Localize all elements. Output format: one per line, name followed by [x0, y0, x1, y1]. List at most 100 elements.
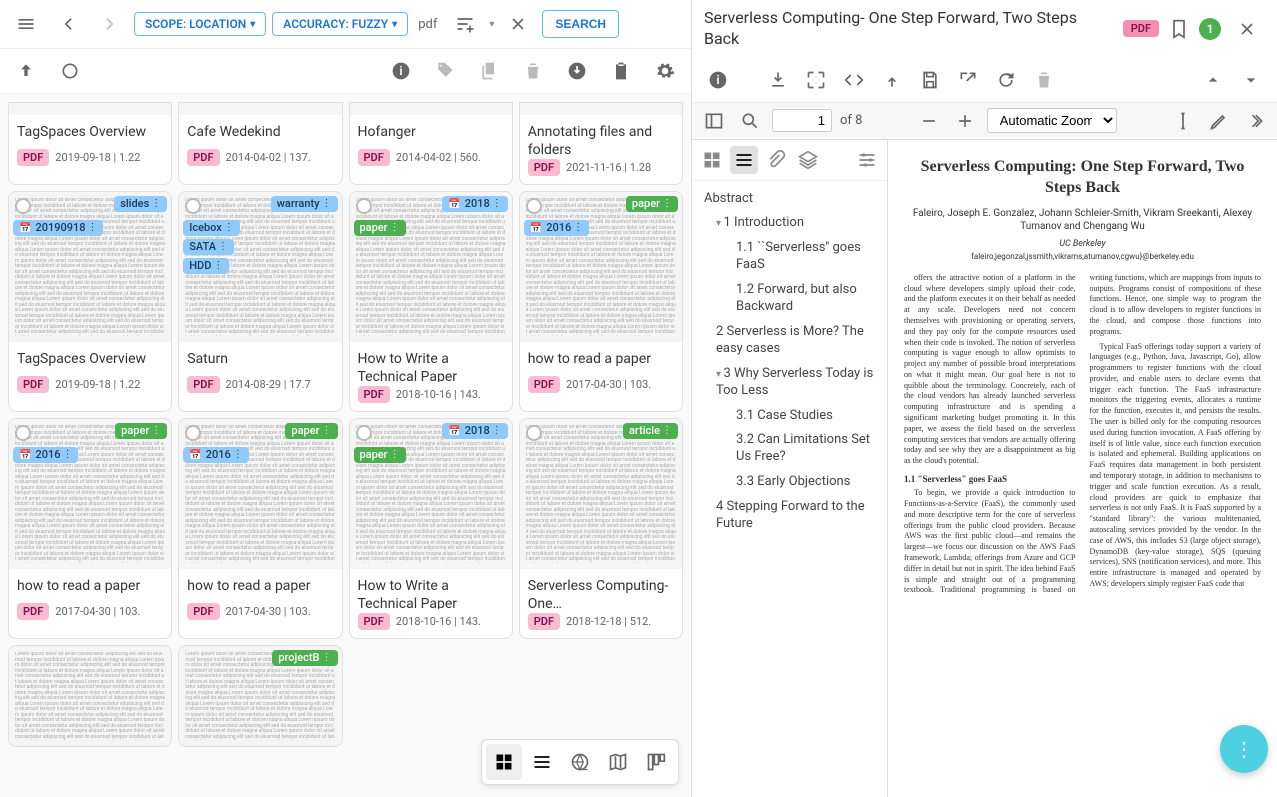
card-tag[interactable]: paper⋮ — [285, 423, 337, 439]
outline-node[interactable]: 4 Stepping Forward to the Future — [696, 495, 883, 537]
result-card[interactable]: article⋮ Lorem ipsum dolor sit amet cons… — [519, 418, 683, 639]
open-external-icon[interactable] — [950, 62, 986, 98]
card-tag[interactable]: SATA⋮ — [183, 239, 234, 255]
outline-node[interactable]: 3 Why Serverless Today is Too Less — [696, 362, 883, 404]
outline-settings-icon[interactable] — [853, 146, 881, 174]
outline-node[interactable]: 3.1 Case Studies — [696, 404, 883, 429]
forward-icon[interactable] — [92, 6, 128, 42]
delete-preview-icon[interactable] — [1026, 62, 1062, 98]
text-cursor-icon[interactable] — [1169, 107, 1197, 135]
fullscreen-icon[interactable] — [798, 62, 834, 98]
tune-icon[interactable] — [447, 6, 483, 42]
card-tag[interactable]: warranty⋮ — [271, 196, 338, 212]
card-tag[interactable]: projectB⋮ — [272, 650, 337, 666]
result-card[interactable]: TagSpaces Overview PDF 2019-09-18 | 1.22 — [8, 102, 172, 185]
select-radio-icon[interactable] — [356, 425, 372, 441]
card-tag[interactable]: paper⋮ — [115, 423, 167, 439]
info-icon[interactable]: i — [383, 53, 419, 89]
outline-node[interactable]: 1 Introduction — [696, 211, 883, 236]
zoom-select[interactable]: Automatic Zoom — [987, 108, 1117, 133]
result-card[interactable]: 📅2018⋮ paper⋮ Lorem ipsum dolor sit amet… — [349, 418, 513, 639]
accuracy-chip[interactable]: ACCURACY: FUZZY▾ — [272, 12, 408, 36]
code-icon[interactable] — [836, 62, 872, 98]
result-card[interactable]: Annotating files and folders PDF 2021-11… — [519, 102, 683, 185]
kanban-view-icon[interactable] — [638, 744, 674, 780]
outline-node[interactable]: 1.1 ``Serverless'' goes FaaS — [696, 236, 883, 278]
download-icon[interactable] — [760, 62, 796, 98]
card-tag[interactable]: paper⋮ — [354, 220, 406, 236]
bookmark-icon[interactable] — [1167, 11, 1191, 47]
outline-node[interactable]: 3.2 Can Limitations Set Us Free? — [696, 428, 883, 470]
menu-icon[interactable] — [8, 6, 44, 42]
card-tag[interactable]: 📅2016⋮ — [183, 447, 248, 463]
attachments-tab-icon[interactable] — [762, 146, 790, 174]
grid-view-icon[interactable] — [486, 744, 522, 780]
zoom-out-icon[interactable] — [915, 107, 943, 135]
select-radio-icon[interactable] — [356, 198, 372, 214]
search-button[interactable]: SEARCH — [542, 10, 619, 38]
outline-node[interactable]: Abstract — [696, 187, 883, 212]
card-tag[interactable]: 📅2018⋮ — [442, 196, 507, 212]
result-card[interactable]: paper⋮ 📅2016⋮ Lorem ipsum dolor sit amet… — [8, 418, 172, 639]
reload-icon[interactable] — [988, 62, 1024, 98]
select-radio-icon[interactable] — [526, 425, 542, 441]
result-card[interactable]: Cafe Wedekind PDF 2014-04-02 | 137. — [178, 102, 342, 185]
preview-info-icon[interactable]: i — [700, 62, 736, 98]
card-tag[interactable]: paper⋮ — [354, 447, 406, 463]
aperture-icon[interactable] — [562, 744, 598, 780]
draw-icon[interactable] — [1205, 107, 1233, 135]
outline-tab-icon[interactable] — [730, 146, 758, 174]
card-tag[interactable]: 📅2016⋮ — [13, 447, 78, 463]
result-card[interactable]: projectB⋮ Lorem ipsum dolor sit amet con… — [178, 645, 342, 747]
result-card[interactable]: Hofanger PDF 2014-04-02 | 560. — [349, 102, 513, 185]
result-card[interactable]: paper⋮ 📅2016⋮ Lorem ipsum dolor sit amet… — [519, 191, 683, 412]
tag-icon[interactable] — [427, 53, 463, 89]
thumbnails-tab-icon[interactable] — [698, 146, 726, 174]
card-tag[interactable]: 📅20190918⋮ — [13, 220, 103, 236]
zoom-in-icon[interactable] — [951, 107, 979, 135]
card-tag[interactable]: 📅2018⋮ — [442, 423, 507, 439]
copy-icon[interactable] — [471, 53, 507, 89]
select-circle-icon[interactable] — [52, 53, 88, 89]
result-card[interactable]: slides⋮ 📅20190918⋮ Lorem ipsum dolor sit… — [8, 191, 172, 412]
download-circle-icon[interactable] — [559, 53, 595, 89]
upload-icon[interactable] — [874, 62, 910, 98]
result-card[interactable]: paper⋮ 📅2016⋮ Lorem ipsum dolor sit amet… — [178, 418, 342, 639]
result-card[interactable]: Lorem ipsum dolor sit amet consectetur a… — [8, 645, 172, 747]
layers-tab-icon[interactable] — [794, 146, 822, 174]
select-radio-icon[interactable] — [15, 198, 31, 214]
card-meta-text: 2019-09-18 | 1.22 — [55, 151, 140, 164]
card-tag[interactable]: 📅2016⋮ — [524, 220, 589, 236]
result-card[interactable]: warranty⋮ Icebox⋮SATA⋮HDD⋮ Lorem ipsum d… — [178, 191, 342, 412]
back-icon[interactable] — [50, 6, 86, 42]
save-icon[interactable] — [912, 62, 948, 98]
sidebar-toggle-icon[interactable] — [700, 107, 728, 135]
fab-more-icon[interactable]: ⋮ — [1220, 725, 1268, 773]
page-number-input[interactable] — [772, 109, 832, 132]
outline-node[interactable]: 2 Serverless is More? The easy cases — [696, 320, 883, 362]
clipboard-icon[interactable] — [603, 53, 639, 89]
next-file-icon[interactable] — [1233, 62, 1269, 98]
list-view-icon[interactable] — [524, 744, 560, 780]
delete-icon[interactable] — [515, 53, 551, 89]
card-tag[interactable]: slides⋮ — [114, 196, 167, 212]
close-preview-icon[interactable] — [1229, 11, 1265, 47]
card-tag[interactable]: article⋮ — [623, 423, 678, 439]
result-card[interactable]: 📅2018⋮ paper⋮ Lorem ipsum dolor sit amet… — [349, 191, 513, 412]
find-icon[interactable] — [736, 107, 764, 135]
prev-file-icon[interactable] — [1195, 62, 1231, 98]
select-radio-icon[interactable] — [526, 198, 542, 214]
card-tag[interactable]: paper⋮ — [626, 196, 678, 212]
scope-chip[interactable]: SCOPE: LOCATION▾ — [134, 12, 266, 36]
outline-node[interactable]: 1.2 Forward, but also Backward — [696, 278, 883, 320]
card-tag[interactable]: Icebox⋮ — [183, 220, 240, 236]
settings-icon[interactable] — [647, 53, 683, 89]
clear-search-icon[interactable] — [500, 6, 536, 42]
card-tag[interactable]: HDD⋮ — [183, 258, 229, 274]
ext-badge: PDF — [358, 613, 390, 630]
select-radio-icon[interactable] — [15, 425, 31, 441]
go-parent-icon[interactable] — [8, 53, 44, 89]
map-view-icon[interactable] — [600, 744, 636, 780]
outline-node[interactable]: 3.3 Early Objections — [696, 470, 883, 495]
more-tools-icon[interactable] — [1241, 107, 1269, 135]
